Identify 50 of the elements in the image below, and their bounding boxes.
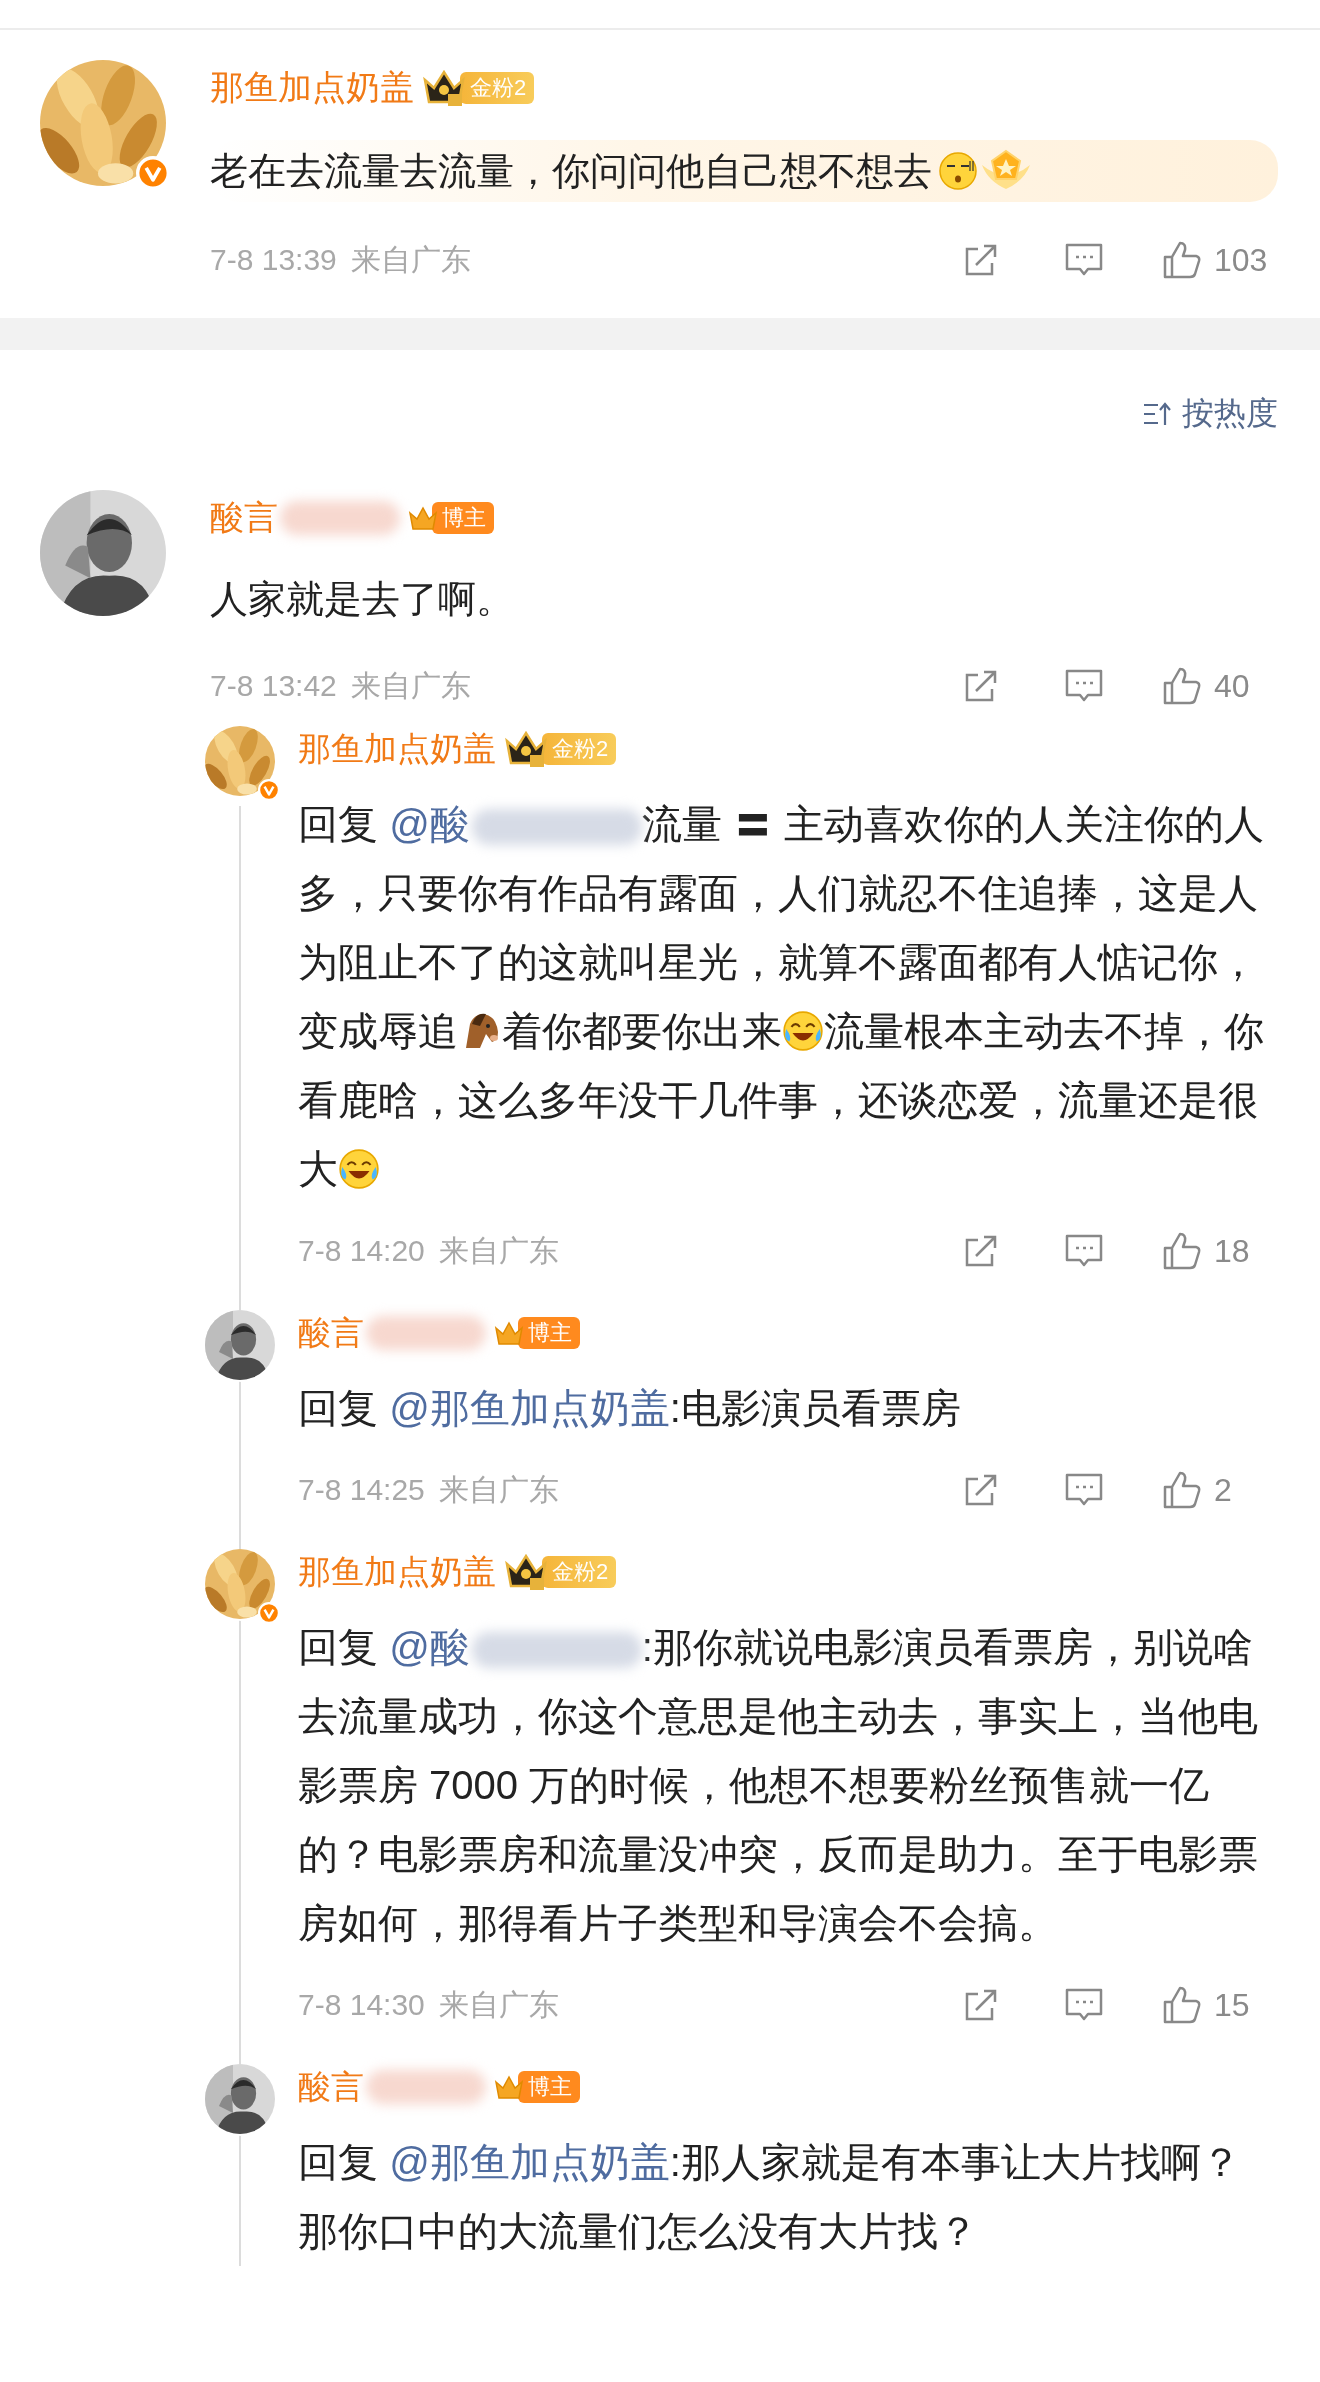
sort-button[interactable]: 按热度	[1142, 392, 1278, 436]
timestamp: 7-8 13:42	[210, 669, 337, 703]
blogger-tag: 博主	[518, 2071, 580, 2103]
like-button[interactable]: 18	[1162, 1231, 1278, 1271]
comment-text: 人家就是去了啊。	[210, 577, 515, 622]
timestamp: 7-8 13:39	[210, 243, 337, 277]
user-name[interactable]: 酸言	[210, 495, 278, 541]
thumbs-up-icon	[1162, 1231, 1202, 1271]
blogger-tag: 博主	[518, 1317, 580, 1349]
comment-text: 回复 @酸 :那你就说电影演员看票房，别说啥去流量成功，你这个意思是他主动去，事实上，当他电影票房 7000 万的时候，他想不想要粉丝预售就一亿的？电影票房和流量没冲突，反而是助力。至于电影票房如何，那得看片子类型和导演会不会搞。	[298, 1624, 1259, 1947]
crown-icon	[422, 68, 466, 108]
location-text: 来自广东	[350, 667, 471, 704]
timestamp: 7-8 14:20	[298, 1234, 425, 1268]
crown-icon	[504, 1552, 548, 1592]
mention-link[interactable]: @酸	[389, 802, 470, 846]
sort-icon	[1142, 401, 1172, 427]
timestamp: 7-8 14:30	[298, 1988, 425, 2022]
location-text: 来自广东	[438, 1232, 559, 1269]
like-button[interactable]: 2	[1162, 1470, 1278, 1510]
mention-link[interactable]: @酸	[389, 1625, 470, 1669]
mention-link[interactable]: @那鱼加点奶盖	[389, 2140, 670, 2184]
laughing-face-icon	[338, 1148, 380, 1190]
fan-level-tag: 金粉2	[542, 733, 617, 765]
user-name[interactable]: 那鱼加点奶盖	[210, 65, 414, 111]
blogger-tag: 博主	[432, 502, 494, 534]
user-name[interactable]: 那鱼加点奶盖	[298, 726, 496, 772]
laughing-face-icon	[782, 1010, 824, 1052]
comment-text: 回复 @酸 流量 〓 主动喜欢你的人关注你的人多，只要你有作品有露面，人们就忍不住追捧，这是人为阻止不了的这就叫星光，就算不露面都有人惦记你，变成辱追 着你都要你出来 流量根本主动去不掉，你看鹿晗，这么多年没干几件事，还谈恋爱，流量还是很大	[298, 801, 1265, 1193]
comment-text: 回复 @那鱼加点奶盖:那人家就是有本事让大片找啊？那你口中的大流量们怎么没有大片找？	[298, 2139, 1242, 2255]
like-button[interactable]: 40	[1162, 666, 1278, 706]
thumbs-up-icon	[1162, 666, 1202, 706]
location-text: 来自广东	[438, 1471, 559, 1508]
fan-level-tag: 金粉2	[542, 1556, 617, 1588]
smirking-face-icon	[938, 151, 978, 191]
fan-level-tag: 金粉2	[460, 72, 535, 104]
thumbs-up-icon	[1162, 1470, 1202, 1510]
like-button[interactable]: 15	[1162, 1985, 1278, 2025]
thumbs-up-icon	[1162, 1985, 1202, 2025]
thumbs-up-icon	[1162, 240, 1202, 280]
like-button[interactable]: 103	[1162, 240, 1278, 280]
crown-icon	[504, 729, 548, 769]
user-name[interactable]: 那鱼加点奶盖	[298, 1549, 496, 1595]
location-text: 来自广东	[438, 1986, 559, 2023]
location-text: 来自广东	[350, 241, 471, 278]
mention-link[interactable]: @那鱼加点奶盖	[389, 1386, 670, 1430]
comment-text: 回复 @那鱼加点奶盖:电影演员看票房	[298, 1385, 962, 1432]
user-name[interactable]: 酸言	[298, 2064, 364, 2110]
timestamp: 7-8 14:25	[298, 1473, 425, 1507]
comment-text: 老在去流量去流量，你问问他自己想不想去	[210, 142, 978, 200]
user-name[interactable]: 酸言	[298, 1310, 364, 1356]
